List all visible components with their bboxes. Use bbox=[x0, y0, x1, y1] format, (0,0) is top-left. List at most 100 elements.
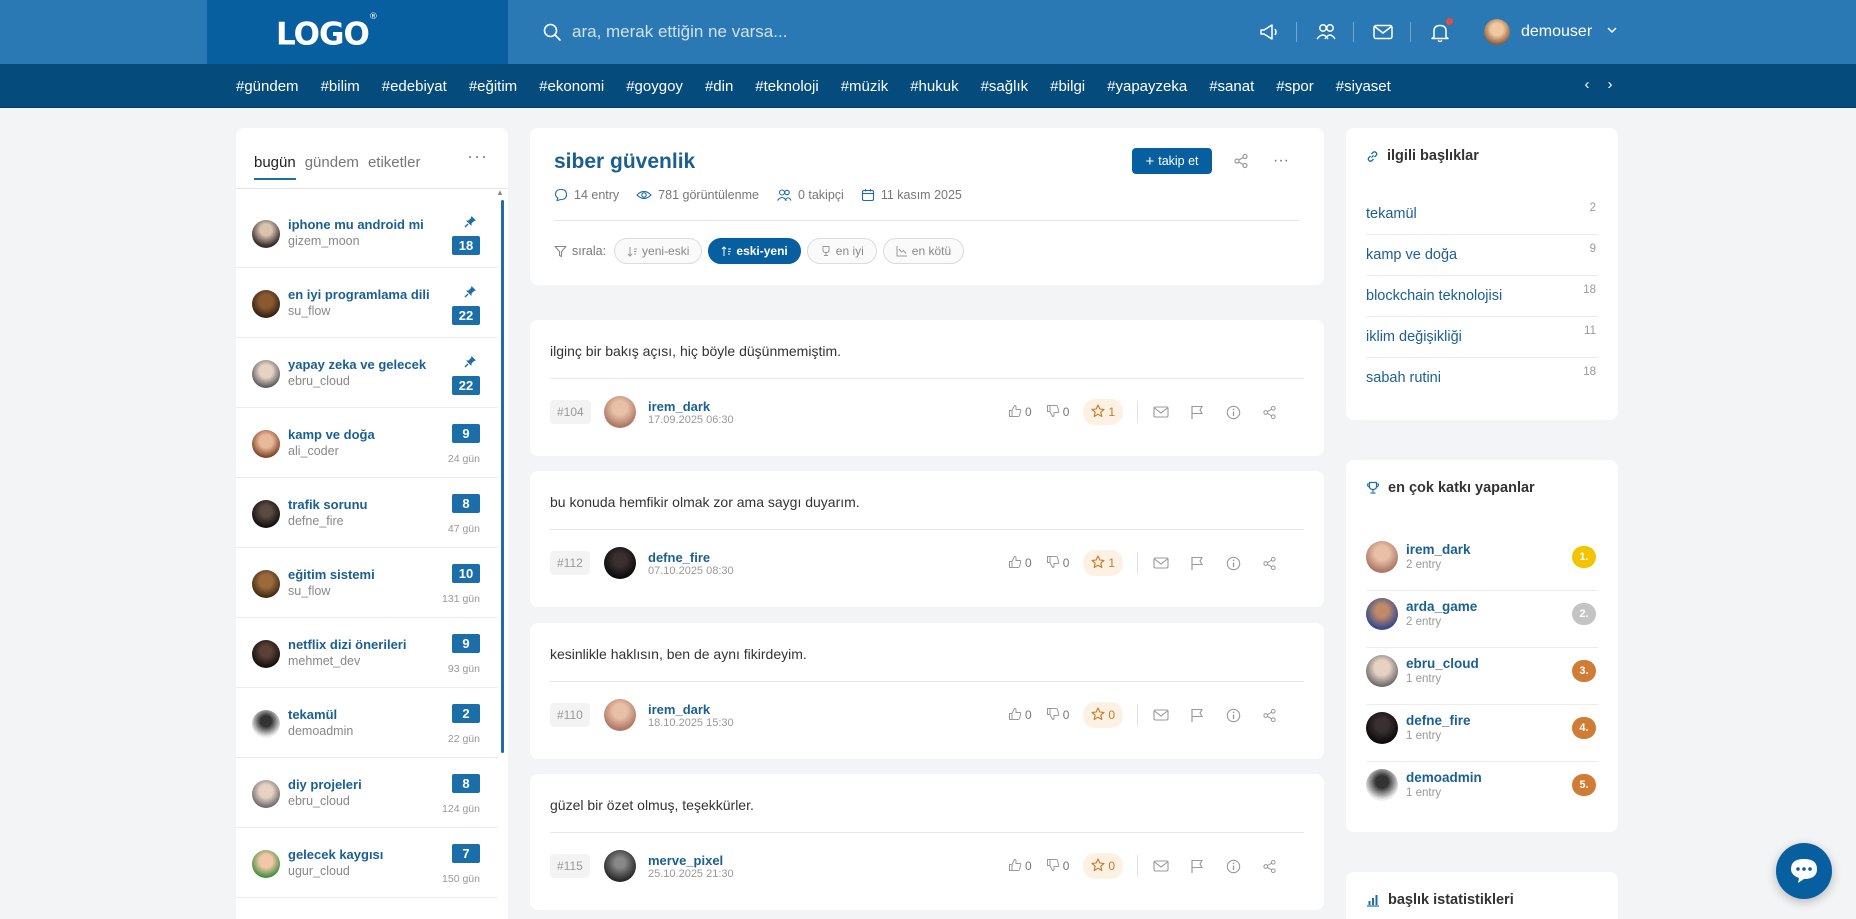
search-bar[interactable] bbox=[542, 19, 1062, 45]
info-icon[interactable] bbox=[1222, 704, 1244, 726]
avatar[interactable] bbox=[604, 699, 636, 731]
share-icon[interactable] bbox=[1258, 704, 1280, 726]
sort-new-old[interactable]: yeni-eski bbox=[614, 238, 703, 264]
tab-etiketler[interactable]: etiketler bbox=[368, 154, 421, 180]
tag-link[interactable]: #spor bbox=[1276, 78, 1314, 95]
tag-link[interactable]: #yapayzeka bbox=[1107, 78, 1187, 95]
contributor-name[interactable]: ebru_cloud bbox=[1406, 656, 1479, 671]
avatar[interactable] bbox=[604, 547, 636, 579]
entry-author[interactable]: merve_pixel bbox=[648, 853, 723, 868]
info-icon[interactable] bbox=[1222, 552, 1244, 574]
tab-gundem[interactable]: gündem bbox=[305, 154, 359, 180]
contributor-item[interactable]: arda_game 2 entry 2. bbox=[1366, 591, 1598, 648]
topic-title[interactable]: kamp ve doğa bbox=[288, 427, 375, 442]
related-topic-item[interactable]: sabah rutini 18 bbox=[1366, 358, 1598, 399]
sort-old-new[interactable]: eski-yeni bbox=[708, 238, 801, 264]
share-icon[interactable] bbox=[1258, 401, 1280, 423]
share-icon[interactable] bbox=[1258, 552, 1280, 574]
message-icon[interactable] bbox=[1150, 704, 1172, 726]
related-topic-item[interactable]: iklim değişikliği 11 bbox=[1366, 317, 1598, 358]
topic-title[interactable]: tekamül bbox=[288, 707, 337, 722]
contributor-name[interactable]: demoadmin bbox=[1406, 770, 1482, 785]
avatar[interactable] bbox=[604, 850, 636, 882]
flag-icon[interactable] bbox=[1186, 855, 1208, 877]
tag-link[interactable]: #müzik bbox=[841, 78, 889, 95]
more-options-icon[interactable]: ··· bbox=[467, 146, 488, 167]
related-topic-link[interactable]: sabah rutini bbox=[1366, 370, 1441, 386]
downvote-button[interactable]: 0 bbox=[1046, 555, 1069, 572]
info-icon[interactable] bbox=[1222, 401, 1244, 423]
scroll-up-icon[interactable]: ▲ bbox=[496, 188, 504, 197]
message-icon[interactable] bbox=[1150, 401, 1172, 423]
entry-number[interactable]: #112 bbox=[550, 551, 590, 575]
tag-link[interactable]: #goygoy bbox=[626, 78, 683, 95]
contributor-name[interactable]: irem_dark bbox=[1406, 542, 1471, 557]
favorite-button[interactable]: 0 bbox=[1083, 853, 1124, 879]
favorite-button[interactable]: 1 bbox=[1083, 550, 1124, 576]
related-topic-link[interactable]: iklim değişikliği bbox=[1366, 329, 1462, 345]
topic-title[interactable]: diy projeleri bbox=[288, 777, 362, 792]
chevron-left-icon[interactable]: ‹ bbox=[1580, 76, 1594, 93]
avatar[interactable] bbox=[604, 396, 636, 428]
tag-link[interactable]: #edebiyat bbox=[382, 78, 447, 95]
downvote-button[interactable]: 0 bbox=[1046, 858, 1069, 875]
chat-button[interactable] bbox=[1776, 843, 1832, 899]
sidebar-topic-item[interactable]: en iyi programlama dili su_flow 22 bbox=[236, 268, 498, 338]
topic-title[interactable]: netflix dizi önerileri bbox=[288, 637, 406, 652]
topic-title[interactable]: gelecek kaygısı bbox=[288, 847, 383, 862]
contributor-item[interactable]: ebru_cloud 1 entry 3. bbox=[1366, 648, 1598, 705]
search-input[interactable] bbox=[572, 22, 1032, 42]
topic-title[interactable]: yapay zeka ve gelecek bbox=[288, 357, 426, 372]
flag-icon[interactable] bbox=[1186, 401, 1208, 423]
sort-best[interactable]: en iyi bbox=[806, 238, 877, 264]
share-icon[interactable] bbox=[1258, 855, 1280, 877]
entry-author[interactable]: irem_dark bbox=[648, 702, 710, 717]
megaphone-icon[interactable] bbox=[1257, 20, 1281, 44]
sidebar-topic-item[interactable]: trafik sorunu defne_fire 8 47 gün bbox=[236, 478, 498, 548]
share-icon[interactable] bbox=[1230, 150, 1252, 172]
flag-icon[interactable] bbox=[1186, 552, 1208, 574]
follow-button[interactable]: + takip et bbox=[1132, 148, 1212, 174]
contributor-item[interactable]: irem_dark 2 entry 1. bbox=[1366, 534, 1598, 591]
topic-title[interactable]: en iyi programlama dili bbox=[288, 287, 430, 302]
tag-link[interactable]: #din bbox=[705, 78, 733, 95]
favorite-button[interactable]: 1 bbox=[1083, 399, 1124, 425]
topic-title[interactable]: eğitim sistemi bbox=[288, 567, 375, 582]
sidebar-topic-item[interactable]: iphone mu android mi gizem_moon 18 bbox=[236, 198, 498, 268]
entry-number[interactable]: #104 bbox=[550, 400, 591, 424]
mail-icon[interactable] bbox=[1371, 20, 1395, 44]
downvote-button[interactable]: 0 bbox=[1046, 707, 1069, 724]
sidebar-topic-item[interactable]: diy projeleri ebru_cloud 8 124 gün bbox=[236, 758, 498, 828]
related-topic-link[interactable]: tekamül bbox=[1366, 206, 1417, 222]
downvote-button[interactable]: 0 bbox=[1046, 404, 1069, 421]
tag-link[interactable]: #ekonomi bbox=[539, 78, 604, 95]
users-icon[interactable] bbox=[1314, 20, 1338, 44]
tag-link[interactable]: #bilgi bbox=[1050, 78, 1085, 95]
tag-link[interactable]: #sağlık bbox=[981, 78, 1029, 95]
upvote-button[interactable]: 0 bbox=[1008, 858, 1032, 875]
contributor-name[interactable]: arda_game bbox=[1406, 599, 1477, 614]
related-topic-link[interactable]: kamp ve doğa bbox=[1366, 247, 1457, 263]
contributor-item[interactable]: demoadmin 1 entry 5. bbox=[1366, 762, 1598, 819]
sidebar-topic-item[interactable]: kamp ve doğa ali_coder 9 24 gün bbox=[236, 408, 498, 478]
sort-worst[interactable]: en kötü bbox=[882, 238, 965, 264]
tag-link[interactable]: #bilim bbox=[321, 78, 360, 95]
related-topic-item[interactable]: blockchain teknolojisi 18 bbox=[1366, 276, 1598, 317]
sidebar-topic-item[interactable]: yapay zeka ve gelecek ebru_cloud 22 bbox=[236, 338, 498, 408]
message-icon[interactable] bbox=[1150, 552, 1172, 574]
tag-link[interactable]: #sanat bbox=[1209, 78, 1254, 95]
tag-link[interactable]: #eğitim bbox=[469, 78, 517, 95]
tag-link[interactable]: #hukuk bbox=[910, 78, 958, 95]
related-topic-item[interactable]: tekamül 2 bbox=[1366, 194, 1598, 235]
tab-bugun[interactable]: bugün bbox=[254, 154, 296, 180]
contributor-item[interactable]: defne_fire 1 entry 4. bbox=[1366, 705, 1598, 762]
topic-title[interactable]: trafik sorunu bbox=[288, 497, 367, 512]
upvote-button[interactable]: 0 bbox=[1008, 555, 1032, 572]
entry-number[interactable]: #115 bbox=[550, 854, 590, 878]
related-topic-item[interactable]: kamp ve doğa 9 bbox=[1366, 235, 1598, 276]
flag-icon[interactable] bbox=[1186, 704, 1208, 726]
more-options-icon[interactable]: ··· bbox=[1270, 150, 1292, 172]
tag-link[interactable]: #siyaset bbox=[1336, 78, 1391, 95]
related-topic-link[interactable]: blockchain teknolojisi bbox=[1366, 288, 1502, 304]
sidebar-topic-item[interactable]: tekamül demoadmin 2 22 gün bbox=[236, 688, 498, 758]
